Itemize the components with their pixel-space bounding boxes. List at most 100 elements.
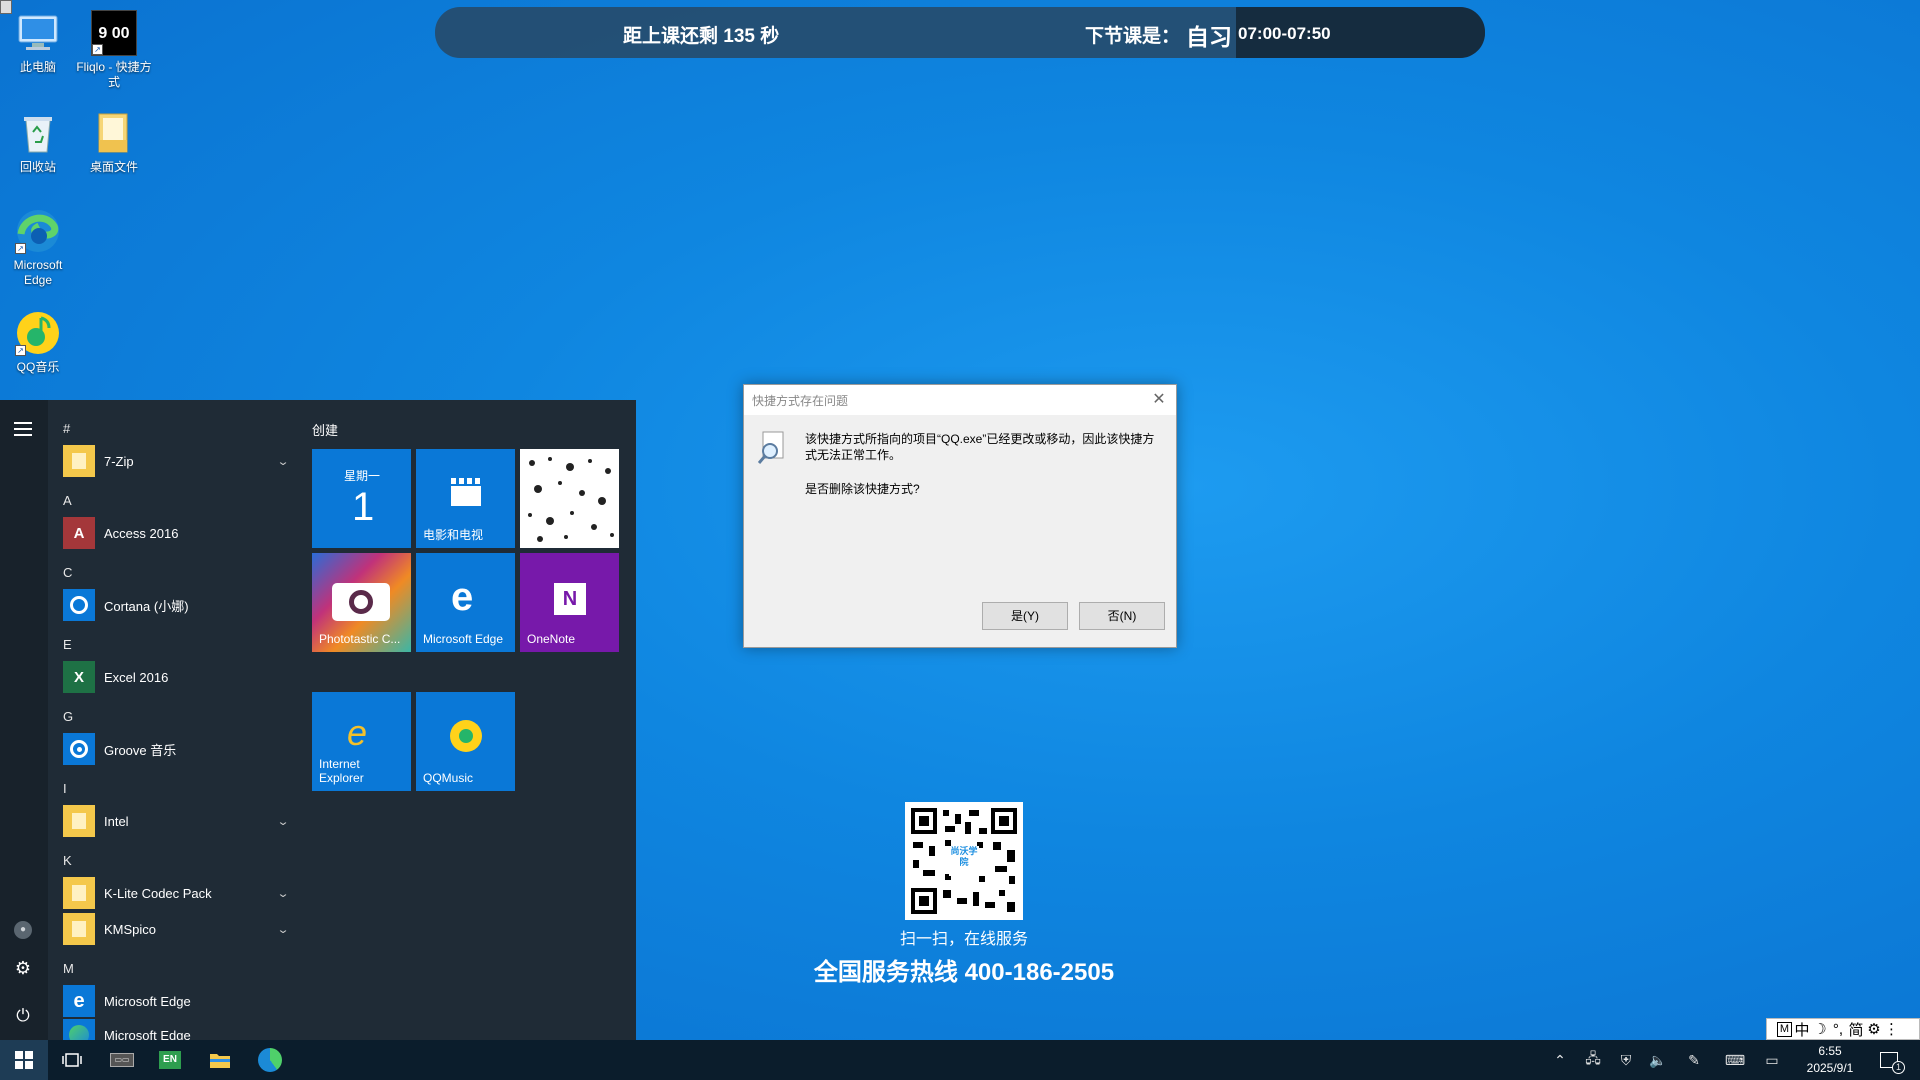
app-list-item-edge-legacy[interactable]: e Microsoft Edge [63, 983, 291, 1019]
app-list-item-cortana[interactable]: Cortana (小娜) [63, 587, 291, 623]
computer-icon [15, 10, 61, 56]
tile-phototastic[interactable]: Phototastic C... [312, 553, 411, 652]
tile-internet-explorer[interactable]: e Internet Explorer [312, 692, 411, 791]
countdown-text: 距上课还剩 135 秒 [623, 26, 780, 47]
fliqlo-clock-icon: 9 00 ↗ [91, 10, 137, 56]
folder-icon [63, 913, 95, 945]
desktop-icon-label: 桌面文件 [89, 160, 138, 174]
yes-button[interactable]: 是(Y) [982, 602, 1068, 630]
internet-explorer-icon: e [347, 712, 368, 753]
taskbar: ▭▭ EN ⌃ 🖧 ⛨ 🔈 ✎ ⌨ ▭ 6:55 2025/9/1 1 [0, 1040, 1920, 1080]
section-letter[interactable]: K [63, 853, 72, 868]
chevron-down-icon[interactable]: ⌄ [277, 455, 294, 468]
section-letter[interactable]: I [63, 781, 67, 796]
photo-thumbnail [520, 449, 619, 548]
chevron-down-icon[interactable]: ⌄ [277, 815, 294, 828]
app-list-item-groove[interactable]: Groove 音乐 [63, 731, 291, 767]
tiles-group-header[interactable]: 创建 [312, 420, 338, 439]
tile-microsoft-edge[interactable]: e Microsoft Edge [416, 553, 515, 652]
notification-count-badge: 1 [1892, 1061, 1905, 1074]
no-button[interactable]: 否(N) [1079, 602, 1165, 630]
input-panel-icon[interactable]: ▭ [1762, 1050, 1782, 1070]
desktop-icon-label: Fliqlo - 快捷方式 [76, 60, 152, 89]
ime-more-icon[interactable]: ⋮ [1884, 1020, 1899, 1038]
clapperboard-icon [451, 486, 481, 506]
app-list-item-klite[interactable]: K-Lite Codec Pack ⌄ [63, 875, 291, 911]
desktop-icon-this-pc[interactable]: 此电脑 [0, 10, 76, 75]
corner-pin-icon [0, 0, 12, 14]
punctuation-icon[interactable]: °, [1830, 1021, 1846, 1038]
fliqlo-thumb-text: 9 00 [98, 24, 130, 42]
tile-movies-tv[interactable]: 电影和电视 [416, 449, 515, 548]
tile-photo-live[interactable] [520, 449, 619, 548]
close-icon[interactable]: ✕ [1148, 389, 1170, 411]
app-list-item-kmspico[interactable]: KMSpico ⌄ [63, 911, 291, 947]
ime-charset-toggle[interactable]: 简 [1848, 1019, 1864, 1040]
calendar-day: 1 [352, 485, 375, 529]
desktop-icon-desktop-files[interactable]: 桌面文件 [76, 110, 152, 175]
power-icon[interactable]: ⏻ [13, 1006, 33, 1026]
ime-settings-gear-icon[interactable]: ⚙ [1866, 1020, 1882, 1038]
desktop-icon-label: 回收站 [19, 160, 56, 174]
touch-keyboard-icon[interactable]: ⌨ [1722, 1050, 1748, 1070]
desktop-icon-edge[interactable]: ↗ Microsoft Edge [0, 208, 76, 288]
desktop-icon-recycle-bin[interactable]: 回收站 [0, 110, 76, 175]
tile-qqmusic[interactable]: QQMusic [416, 692, 515, 791]
dialog-message-line2: 式无法正常工作。 [805, 448, 902, 462]
taskbar-app-classroom[interactable]: ▭▭ [98, 1040, 146, 1080]
taskbar-app-language[interactable]: EN [146, 1040, 194, 1080]
start-menu: ● ⚙ ⏻ # 7-Zip ⌄ A A Access 2016 C Cortan… [0, 400, 636, 1040]
settings-gear-icon[interactable]: ⚙ [13, 958, 33, 978]
start-button[interactable] [0, 1040, 48, 1080]
network-icon[interactable]: 🖧 [1583, 1050, 1603, 1070]
chevron-down-icon[interactable]: ⌄ [277, 887, 294, 900]
half-width-moon-icon[interactable]: ☽ [1812, 1020, 1828, 1038]
app-list-item-access[interactable]: A Access 2016 [63, 515, 291, 551]
notification-center-icon[interactable]: 1 [1877, 1050, 1905, 1074]
section-letter[interactable]: G [63, 709, 73, 724]
section-letter[interactable]: M [63, 961, 74, 976]
taskbar-app-edge[interactable] [246, 1040, 294, 1080]
security-shield-icon[interactable]: ⛨ [1616, 1050, 1636, 1070]
app-list-item-edge[interactable]: Microsoft Edge [63, 1019, 291, 1040]
next-class-label: 下节课是： [1085, 26, 1181, 47]
folder-icon [63, 445, 95, 477]
volume-icon[interactable]: 🔈 [1648, 1050, 1668, 1070]
chevron-down-icon[interactable]: ⌄ [277, 923, 294, 936]
qr-caption: 扫一扫，在线服务 [899, 931, 1028, 948]
pen-workspace-icon[interactable]: ✎ [1684, 1050, 1704, 1070]
section-letter[interactable]: # [63, 421, 70, 436]
tile-onenote[interactable]: N OneNote [520, 553, 619, 652]
section-letter[interactable]: C [63, 565, 72, 580]
tile-calendar[interactable]: 星期一 1 [312, 449, 411, 548]
edge-legacy-icon: e [63, 985, 95, 1017]
magnifier-document-icon [757, 431, 786, 465]
language-app-icon: EN [159, 1051, 181, 1069]
taskbar-app-file-explorer[interactable] [196, 1040, 244, 1080]
clock-time: 6:55 [1818, 1044, 1842, 1058]
cortana-icon [63, 589, 95, 621]
access-icon: A [63, 517, 95, 549]
class-schedule-bar: 距上课还剩 135 秒 下节课是： 自习 07:00-07:50 [435, 7, 1485, 58]
ime-logo-icon[interactable]: M [1777, 1021, 1792, 1037]
show-hidden-icons-chevron-icon[interactable]: ⌃ [1550, 1050, 1570, 1070]
desktop-icon-label: 此电脑 [19, 60, 56, 74]
desktop-icon-label: QQ音乐 [16, 360, 60, 374]
ime-toolbar: M 中 ☽ °, 简 ⚙ ⋮ [1766, 1018, 1920, 1040]
desktop-icon-qqmusic[interactable]: ↗ QQ音乐 [0, 310, 76, 375]
system-clock[interactable]: 6:55 2025/9/1 [1800, 1043, 1860, 1077]
user-account-icon[interactable]: ● [14, 921, 32, 939]
task-view-button[interactable] [48, 1040, 96, 1080]
folder-icon [91, 110, 137, 156]
hamburger-menu-icon[interactable] [14, 422, 32, 436]
section-letter[interactable]: E [63, 637, 72, 652]
app-list-item-7zip[interactable]: 7-Zip ⌄ [63, 443, 291, 479]
app-list-item-intel[interactable]: Intel ⌄ [63, 803, 291, 839]
clock-date: 2025/9/1 [1806, 1061, 1854, 1075]
windows-logo-icon [15, 1051, 33, 1069]
desktop-icon-fliqlo[interactable]: 9 00 ↗ Fliqlo - 快捷方式 [76, 10, 152, 90]
app-list-item-excel[interactable]: X Excel 2016 [63, 659, 291, 695]
section-letter[interactable]: A [63, 493, 72, 508]
groove-icon [63, 733, 95, 765]
ime-mode-toggle[interactable]: 中 [1794, 1019, 1810, 1040]
